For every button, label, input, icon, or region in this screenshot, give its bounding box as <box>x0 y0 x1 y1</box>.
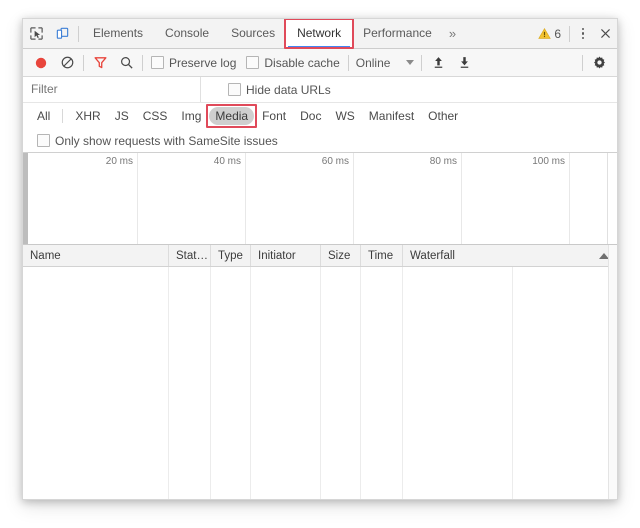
column-header-status[interactable]: Stat… <box>169 245 211 266</box>
type-chip-js[interactable]: JS <box>109 107 135 125</box>
type-chip-manifest[interactable]: Manifest <box>363 107 420 125</box>
requests-table-header: Name Stat… Type Initiator Size Time Wate… <box>23 245 617 267</box>
overview-tick-label: 60 ms <box>321 156 349 167</box>
overview-tick: 80 ms <box>353 153 462 244</box>
search-icon[interactable] <box>113 50 139 76</box>
column-header-size[interactable]: Size <box>321 245 361 266</box>
table-column-name <box>23 267 169 499</box>
tab-sources[interactable]: Sources <box>220 19 286 48</box>
table-column-status <box>169 267 211 499</box>
record-button-icon[interactable] <box>28 50 54 76</box>
samesite-filter-row: Only show requests with SameSite issues <box>23 129 617 153</box>
export-har-icon[interactable] <box>451 50 477 76</box>
more-options-icon[interactable] <box>573 23 593 45</box>
net-toolbar-divider-1 <box>83 54 84 71</box>
type-chip-media[interactable]: Media <box>209 107 255 125</box>
toolbar-divider <box>78 25 79 42</box>
preserve-log-label: Preserve log <box>169 55 237 70</box>
column-header-time[interactable]: Time <box>361 245 403 266</box>
column-header-waterfall[interactable]: Waterfall <box>403 245 617 266</box>
net-toolbar-divider-4 <box>421 54 423 71</box>
warning-triangle-icon <box>538 27 552 39</box>
overview-tick-label: 20 ms <box>105 156 133 167</box>
filter-funnel-icon[interactable] <box>87 50 113 76</box>
disable-cache-checkbox-box <box>246 56 260 69</box>
table-column-initiator <box>251 267 321 499</box>
type-chip-all[interactable]: All <box>31 107 56 125</box>
disable-cache-checkbox[interactable]: Disable cache <box>241 56 344 70</box>
close-icon[interactable] <box>593 22 617 46</box>
table-column-waterfall-b <box>513 267 617 499</box>
net-toolbar-divider-5 <box>582 54 583 71</box>
table-column-size <box>321 267 361 499</box>
kebab-dot <box>581 32 585 35</box>
import-har-icon[interactable] <box>425 50 451 76</box>
devtools-window: Elements Console Sources Network Perform… <box>22 18 618 500</box>
tab-performance[interactable]: Performance <box>352 19 443 48</box>
preserve-log-checkbox-box <box>151 56 164 69</box>
requests-table-body[interactable] <box>23 267 617 499</box>
requests-table: Name Stat… Type Initiator Size Time Wate… <box>23 245 617 499</box>
warning-badge[interactable]: 6 <box>533 27 566 41</box>
net-toolbar-divider-3 <box>347 54 349 71</box>
disable-cache-label: Disable cache <box>264 55 340 70</box>
type-chip-other[interactable]: Other <box>422 107 464 125</box>
overview-tick-label: 80 ms <box>429 156 457 167</box>
more-tabs-icon[interactable]: » <box>443 26 462 41</box>
column-header-name[interactable]: Name <box>23 245 169 266</box>
overview-timeline-canvas[interactable]: 20 ms 40 ms 60 ms 80 ms 100 ms <box>29 153 607 244</box>
column-header-waterfall-label: Waterfall <box>410 249 455 262</box>
hide-data-urls-checkbox-box <box>228 83 241 96</box>
tab-elements[interactable]: Elements <box>82 19 154 48</box>
tabbar-divider-right <box>569 25 570 42</box>
preserve-log-checkbox[interactable]: Preserve log <box>146 56 241 70</box>
tab-console[interactable]: Console <box>154 19 220 48</box>
net-toolbar-divider-2 <box>142 54 143 71</box>
samesite-issues-checkbox-box <box>37 134 50 147</box>
hide-data-urls-label: Hide data URLs <box>246 82 331 97</box>
inspect-element-icon[interactable] <box>23 21 49 47</box>
overview-tick: 20 ms <box>29 153 138 244</box>
overview-tick: 40 ms <box>137 153 246 244</box>
kebab-dot <box>581 36 585 40</box>
network-toolbar: Preserve log Disable cache Online <box>23 49 617 77</box>
throttling-dropdown[interactable]: Online <box>352 56 419 70</box>
throttling-value: Online <box>355 55 391 70</box>
table-column-waterfall-a <box>403 267 513 499</box>
gear-icon[interactable] <box>586 50 612 76</box>
type-chip-divider <box>62 109 64 123</box>
table-column-time <box>361 267 403 499</box>
chevron-down-icon <box>406 60 415 65</box>
kebab-dot <box>581 27 585 31</box>
type-chip-img[interactable]: Img <box>175 107 207 125</box>
vertical-scrollbar[interactable] <box>608 245 617 499</box>
type-chip-font[interactable]: Font <box>256 107 292 125</box>
tab-network[interactable]: Network <box>286 19 353 48</box>
column-header-initiator[interactable]: Initiator <box>251 245 321 266</box>
clear-requests-icon[interactable] <box>54 50 80 76</box>
network-overview-panel[interactable]: 20 ms 40 ms 60 ms 80 ms 100 ms <box>23 153 617 245</box>
overview-tick: 100 ms <box>461 153 570 244</box>
hide-data-urls-checkbox[interactable]: Hide data URLs <box>223 83 336 97</box>
type-chip-xhr[interactable]: XHR <box>69 107 106 125</box>
samesite-issues-label: Only show requests with SameSite issues <box>55 133 278 148</box>
type-chip-doc[interactable]: Doc <box>294 107 327 125</box>
type-chip-css[interactable]: CSS <box>137 107 174 125</box>
devtools-main-tabbar: Elements Console Sources Network Perform… <box>23 19 617 49</box>
resource-type-filter-row: All XHR JS CSS Img Media Font Doc WS Man… <box>23 103 617 129</box>
type-chip-ws[interactable]: WS <box>329 107 360 125</box>
network-filter-bar: Hide data URLs <box>23 77 617 103</box>
overview-tick-label: 40 ms <box>213 156 241 167</box>
column-header-type[interactable]: Type <box>211 245 251 266</box>
overview-tick-label: 100 ms <box>532 156 565 167</box>
samesite-issues-checkbox[interactable]: Only show requests with SameSite issues <box>32 134 283 148</box>
device-toolbar-icon[interactable] <box>49 21 75 47</box>
warning-count: 6 <box>554 26 561 41</box>
overview-tick: 60 ms <box>245 153 354 244</box>
table-column-type <box>211 267 251 499</box>
overview-right-edge <box>607 153 617 244</box>
filter-input[interactable] <box>23 77 201 102</box>
